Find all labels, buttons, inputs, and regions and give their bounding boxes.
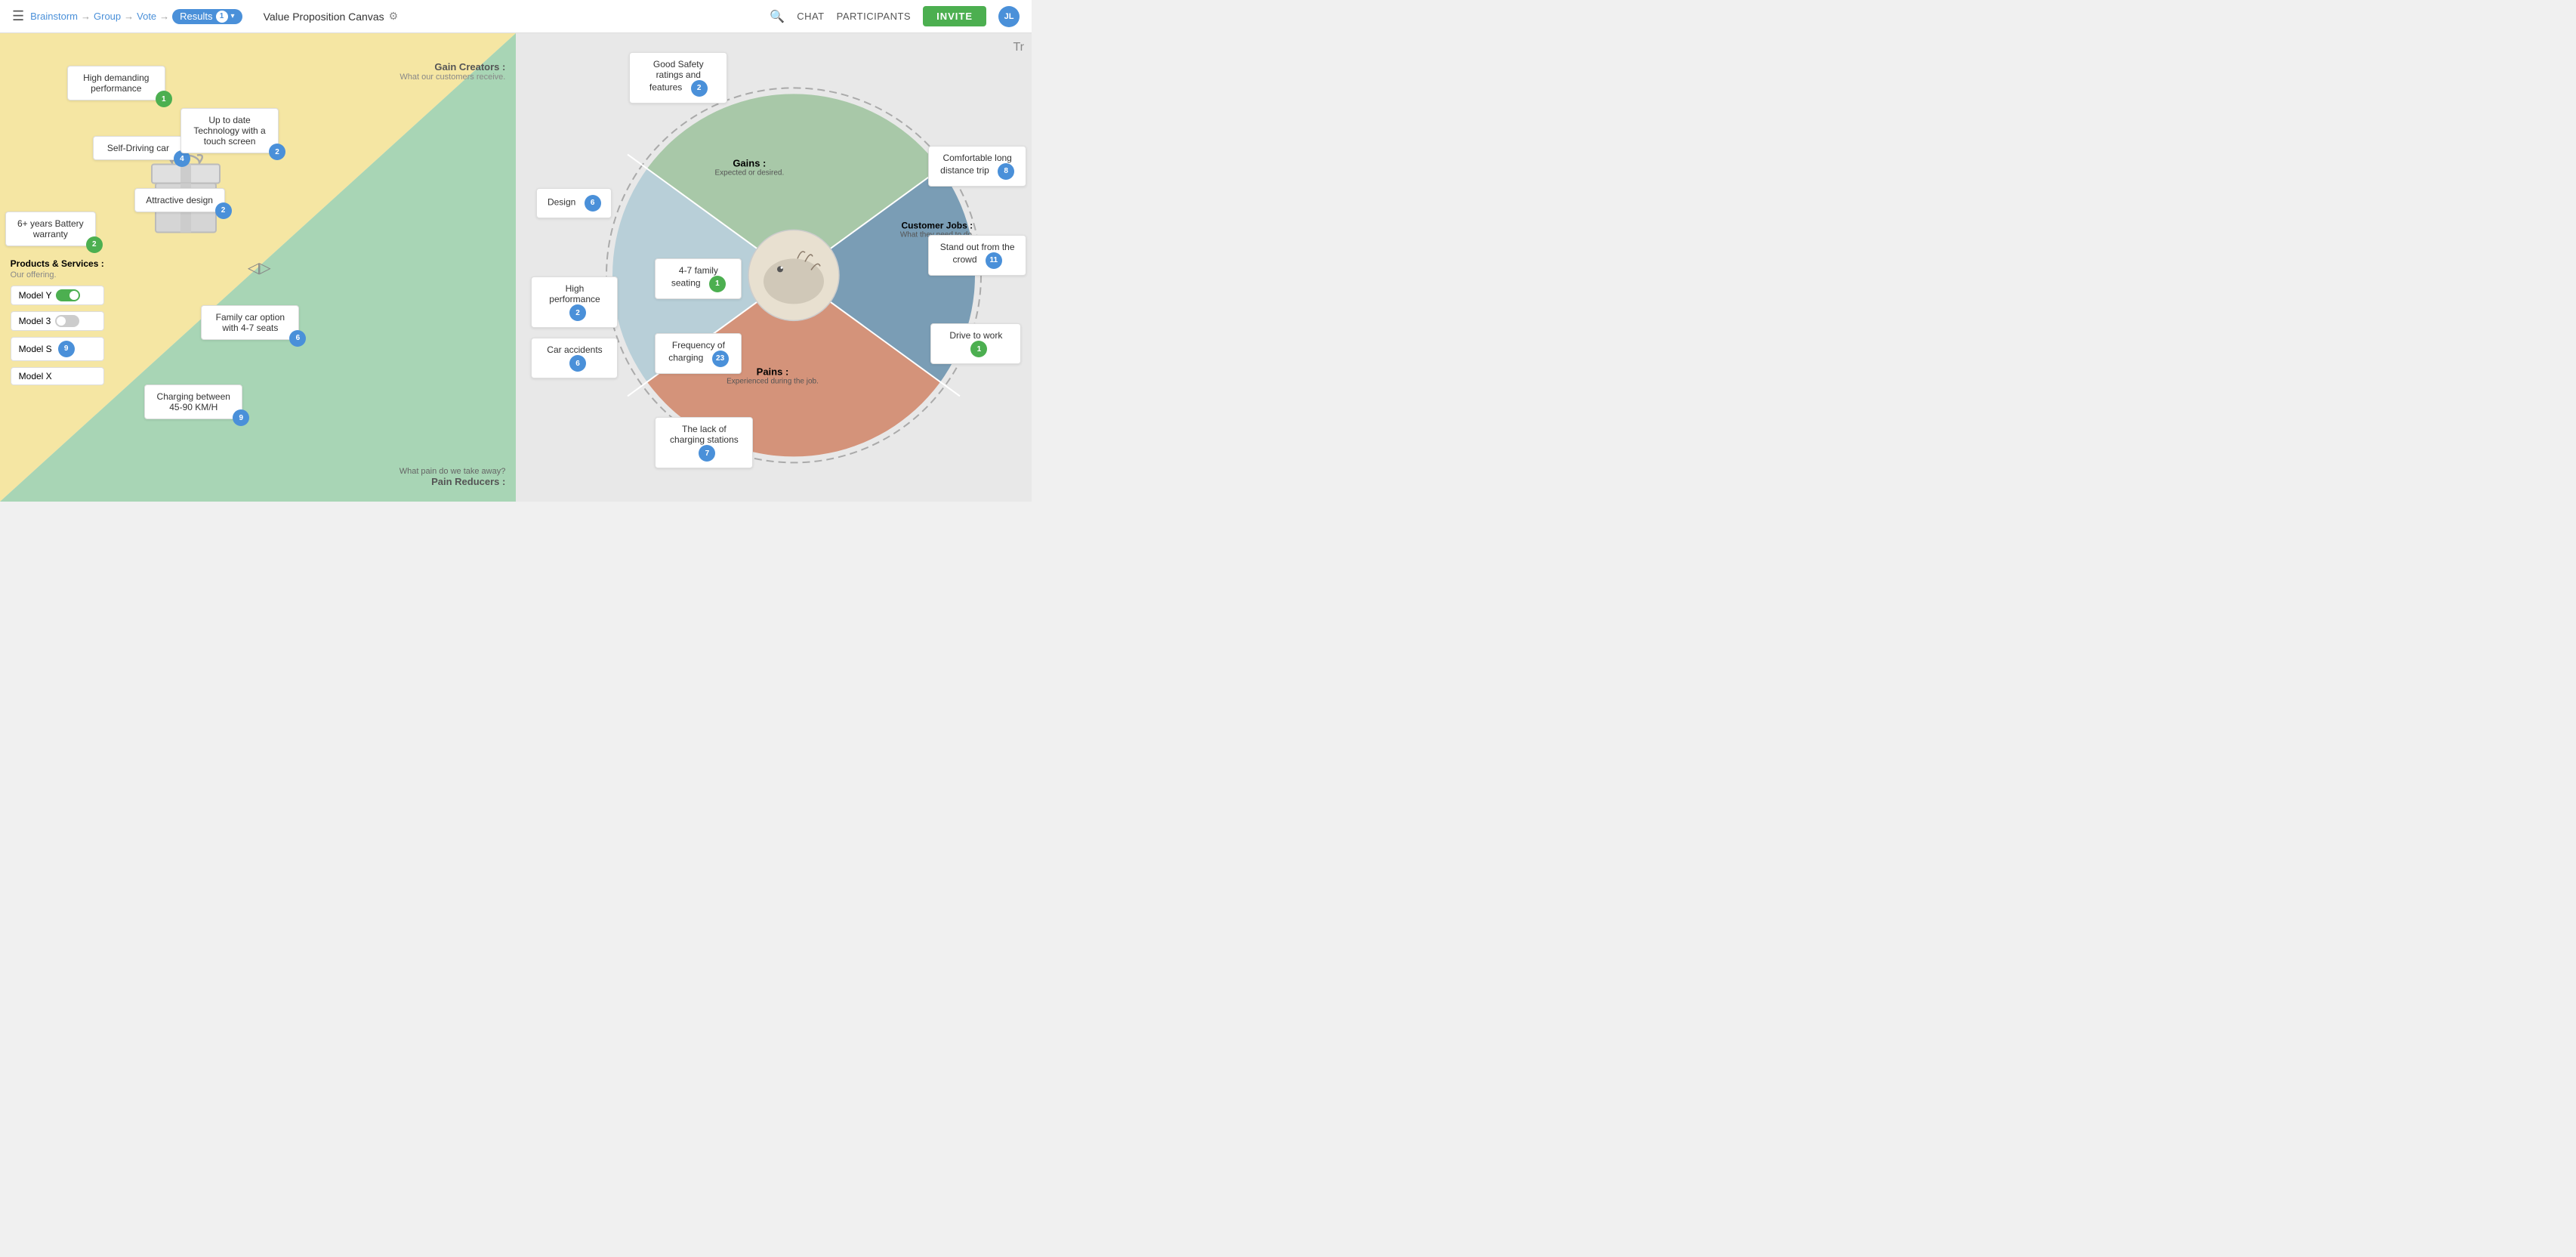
hamburger-menu[interactable]: ☰: [12, 8, 24, 24]
chevron-down-icon: ▾: [231, 12, 235, 20]
right-panel: Gains : Expected or desired. Pains : Exp…: [516, 33, 1032, 502]
breadcrumb: Brainstorm → Group → Vote → Results 1 ▾: [30, 9, 242, 24]
card-good-safety[interactable]: Good Safety ratings and features 2: [629, 52, 727, 103]
lack-charging-vote: 7: [699, 445, 715, 462]
card-drive-work[interactable]: Drive to work 1: [930, 323, 1021, 364]
center-arrows: ◁▷: [248, 258, 271, 277]
gain-creators-label: Gain Creators : What our customers recei…: [400, 61, 505, 82]
chat-link[interactable]: CHAT: [797, 11, 824, 22]
comfortable-vote: 8: [998, 163, 1014, 180]
pain-reducers-label: What pain do we take away? Pain Reducers…: [400, 467, 506, 487]
high-performance-vote: 2: [569, 304, 586, 321]
model-y-toggle[interactable]: [56, 289, 80, 301]
gear-icon[interactable]: ⚙: [389, 10, 399, 23]
product-model-y[interactable]: Model Y: [11, 286, 104, 305]
gains-label: Gains : Expected or desired.: [715, 157, 785, 177]
card-lack-charging[interactable]: The lack of charging stations 7: [655, 417, 753, 468]
stand-out-vote: 11: [986, 252, 1002, 269]
header-left: ☰ Brainstorm → Group → Vote → Results 1 …: [12, 8, 760, 24]
model-3-toggle[interactable]: [55, 315, 79, 327]
breadcrumb-group[interactable]: Group: [94, 11, 121, 22]
card-high-demanding[interactable]: High demanding performance 1: [67, 66, 165, 100]
card-car-accidents[interactable]: Car accidents 6: [531, 338, 618, 378]
avatar[interactable]: JL: [998, 6, 1020, 27]
breadcrumb-brainstorm[interactable]: Brainstorm: [30, 11, 78, 22]
card-high-performance[interactable]: High performance 2: [531, 276, 618, 328]
card-frequency[interactable]: Frequency of charging 23: [655, 333, 742, 374]
breadcrumb-results[interactable]: Results 1 ▾: [172, 9, 242, 24]
product-model-s[interactable]: Model S 9: [11, 337, 104, 361]
search-icon[interactable]: 🔍: [770, 9, 785, 24]
design-vote: 6: [585, 195, 601, 212]
car-accidents-vote: 6: [569, 355, 586, 372]
card-stand-out[interactable]: Stand out from the crowd 11: [928, 235, 1026, 276]
invite-button[interactable]: INVITE: [923, 6, 986, 26]
card-attractive[interactable]: Attractive design 2: [134, 188, 225, 212]
product-model-x[interactable]: Model X: [11, 367, 104, 385]
header: ☰ Brainstorm → Group → Vote → Results 1 …: [0, 0, 1032, 33]
battery-vote: 2: [86, 236, 103, 253]
card-self-driving[interactable]: Self-Driving car 4: [93, 136, 184, 160]
model-s-vote: 9: [58, 341, 75, 357]
breadcrumb-vote[interactable]: Vote: [137, 11, 156, 22]
card-comfortable[interactable]: Comfortable long distance trip 8: [928, 146, 1026, 187]
left-panel: Gain Creators : What our customers recei…: [0, 33, 516, 502]
good-safety-vote: 2: [691, 80, 708, 97]
card-family-seating[interactable]: 4-7 family seating 1: [655, 258, 742, 299]
text-resize-icon[interactable]: Tr: [1013, 41, 1024, 54]
products-services-section: Products & Services : Our offering. Mode…: [11, 258, 104, 391]
drive-work-vote: 1: [970, 341, 987, 357]
family-car-vote: 6: [289, 330, 306, 347]
product-model-3[interactable]: Model 3: [11, 311, 104, 331]
card-family-car[interactable]: Family car option with 4-7 seats 6: [201, 305, 299, 340]
main-area: Gain Creators : What our customers recei…: [0, 33, 1032, 502]
canvas-title: Value Proposition Canvas ⚙: [264, 10, 399, 23]
card-charging[interactable]: Charging between 45-90 KM/H 9: [144, 385, 242, 419]
family-seating-vote: 1: [709, 276, 726, 292]
card-design[interactable]: Design 6: [536, 188, 612, 218]
header-right: 🔍 CHAT PARTICIPANTS INVITE JL: [770, 6, 1020, 27]
frequency-vote: 23: [712, 351, 729, 367]
card-up-to-date[interactable]: Up to date Technology with a touch scree…: [180, 108, 279, 153]
card-battery[interactable]: 6+ years Battery warranty 2: [5, 212, 96, 246]
participants-link[interactable]: PARTICIPANTS: [837, 11, 911, 22]
attractive-vote: 2: [215, 202, 232, 219]
